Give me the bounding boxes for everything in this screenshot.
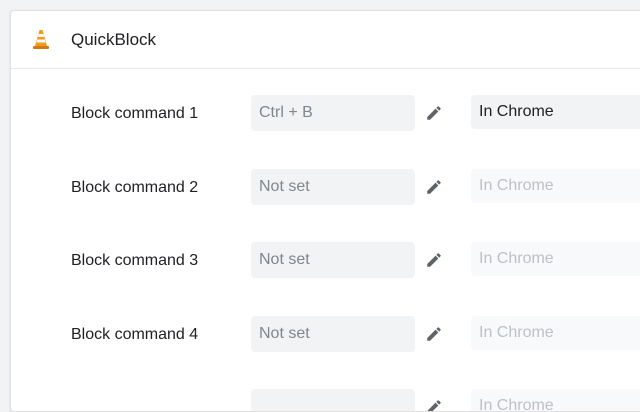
shortcut-input[interactable]: Not set [251,169,415,205]
shortcut-input[interactable]: Not set [251,316,415,352]
edit-pencil-icon[interactable] [425,104,443,122]
command-label: Block command 3 [71,252,199,269]
scope-select[interactable]: In Chrome [471,95,640,129]
scope-select[interactable]: In Chrome [471,169,640,203]
edit-pencil-icon[interactable] [425,178,443,196]
command-row: Block command 3 Not set In Chrome [11,242,640,280]
extension-header: QuickBlock [11,11,640,69]
command-label: Block command 1 [71,105,199,122]
shortcut-input[interactable]: Not set [251,242,415,278]
shortcut-input[interactable]: Ctrl + B [251,95,415,131]
scope-select[interactable]: In Chrome [471,389,640,411]
traffic-cone-icon [33,30,49,49]
scope-select[interactable]: In Chrome [471,242,640,276]
command-row: In Chrome [11,389,640,412]
command-row: Block command 4 Not set In Chrome [11,316,640,354]
edit-pencil-icon[interactable] [425,398,443,412]
scope-select[interactable]: In Chrome [471,316,640,350]
command-row: Block command 1 Ctrl + B In Chrome [11,95,640,133]
command-label: Block command 2 [71,179,199,196]
extension-card: QuickBlock Block command 1 Ctrl + B In C… [10,10,640,412]
command-row: Block command 2 Not set In Chrome [11,169,640,207]
shortcut-input[interactable] [251,389,415,411]
edit-pencil-icon[interactable] [425,251,443,269]
extension-name: QuickBlock [71,30,157,49]
edit-pencil-icon[interactable] [425,325,443,343]
command-label: Block command 4 [71,326,199,343]
